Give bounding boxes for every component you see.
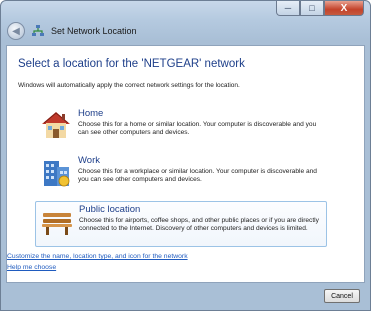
minimize-icon: ─ [284,3,292,13]
content-pane: Select a location for the 'NETGEAR' netw… [6,45,365,283]
work-option[interactable]: Work Choose this for a workplace or simi… [35,153,327,193]
dialog-window: ─ □ X ◀ Set Network Location Select a lo… [0,0,371,311]
home-option[interactable]: Home Choose this for a home or similar l… [35,106,327,146]
option-description-public: Choose this for airports, coffee shops, … [79,217,319,233]
address-bar: ◀ Set Network Location [5,19,366,43]
back-arrow-icon: ◀ [12,25,20,37]
maximize-icon: □ [309,3,315,13]
option-description-home: Choose this for a home or similar locati… [78,121,317,137]
minimize-button[interactable]: ─ [276,1,300,16]
office-building-icon [44,161,70,187]
help-me-choose-link[interactable]: Help me choose [7,264,56,271]
cancel-button[interactable]: Cancel [324,289,360,303]
option-title-work: Work [78,155,100,166]
customize-network-link[interactable]: Customize the name, location type, and i… [7,253,188,260]
page-title: Select a location for the 'NETGEAR' netw… [18,58,245,70]
option-description-work: Choose this for a workplace or similar l… [78,168,317,184]
instruction-text: Windows will automatically apply the cor… [18,82,240,89]
close-button[interactable]: X [324,1,364,16]
maximize-button[interactable]: □ [300,1,324,16]
park-bench-icon [42,213,72,235]
close-icon: X [340,2,348,14]
public-location-option[interactable]: Public location Choose this for airports… [35,201,327,247]
window-title: Set Network Location [51,26,137,36]
network-icon [32,25,44,36]
back-button[interactable]: ◀ [7,22,25,40]
house-icon [42,112,70,138]
option-title-home: Home [78,108,104,119]
window-controls: ─ □ X [276,1,364,17]
option-title-public: Public location [79,204,141,215]
